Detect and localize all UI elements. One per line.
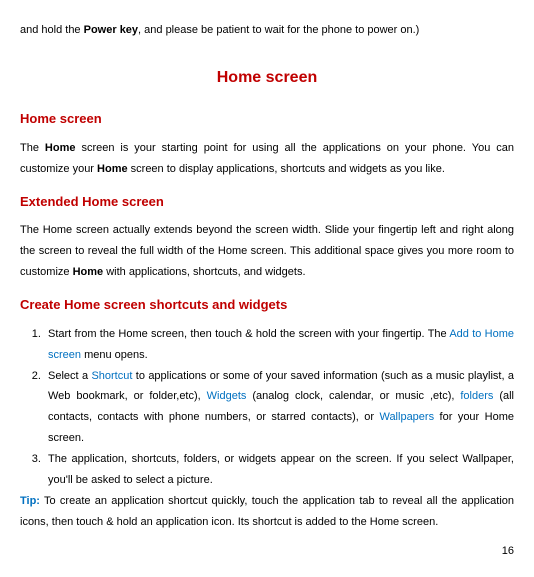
- link-widgets: Widgets: [207, 390, 247, 402]
- list-item: Select a Shortcut to applications or som…: [44, 366, 514, 450]
- page-number: 16: [20, 541, 514, 562]
- text: with applications, shortcuts, and widget…: [103, 266, 305, 278]
- text: The application, shortcuts, folders, or …: [48, 453, 514, 486]
- extended-paragraph: The Home screen actually extends beyond …: [20, 220, 514, 283]
- home-paragraph: The Home screen is your starting point f…: [20, 138, 514, 180]
- list-item: Start from the Home screen, then touch &…: [44, 324, 514, 366]
- text: The: [20, 142, 45, 154]
- tip-paragraph: Tip: To create an application shortcut q…: [20, 491, 514, 533]
- text: menu opens.: [81, 349, 148, 361]
- tip-text: To create an application shortcut quickl…: [20, 495, 514, 528]
- link-wallpapers: Wallpapers: [379, 411, 434, 423]
- text: Select a: [48, 370, 91, 382]
- text: and hold the: [20, 24, 84, 36]
- list-item: The application, shortcuts, folders, or …: [44, 449, 514, 491]
- power-key-bold: Power key: [84, 24, 138, 36]
- tip-label: Tip:: [20, 495, 40, 507]
- home-bold: Home: [73, 266, 104, 278]
- link-shortcut: Shortcut: [91, 370, 132, 382]
- link-folders: folders: [460, 390, 493, 402]
- page-title: Home screen: [20, 63, 514, 93]
- heading-home-screen: Home screen: [20, 107, 514, 132]
- text: screen to display applications, shortcut…: [128, 163, 445, 175]
- text: (analog clock, calendar, or music ,etc),: [246, 390, 460, 402]
- text: , and please be patient to wait for the …: [138, 24, 419, 36]
- steps-list: Start from the Home screen, then touch &…: [20, 324, 514, 491]
- home-bold: Home: [97, 163, 128, 175]
- heading-create-shortcuts: Create Home screen shortcuts and widgets: [20, 293, 514, 318]
- heading-extended-home: Extended Home screen: [20, 190, 514, 215]
- intro-fragment: and hold the Power key, and please be pa…: [20, 20, 514, 41]
- text: Start from the Home screen, then touch &…: [48, 328, 449, 340]
- home-bold: Home: [45, 142, 76, 154]
